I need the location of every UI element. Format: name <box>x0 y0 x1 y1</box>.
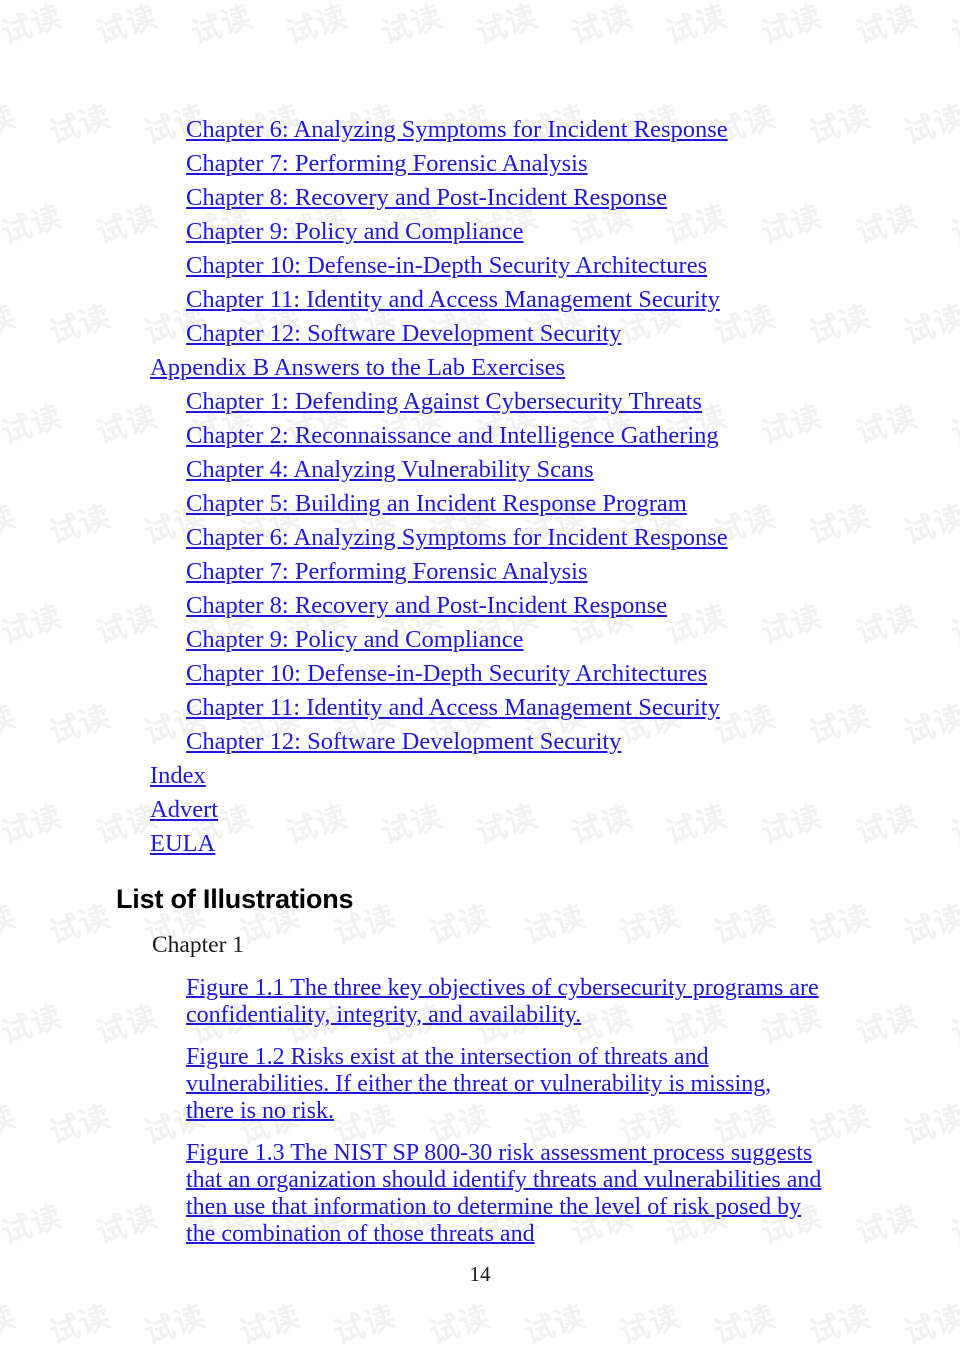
toc-link[interactable]: Chapter 11: Identity and Access Manageme… <box>186 691 960 725</box>
toc-link[interactable]: Chapter 12: Software Development Securit… <box>186 317 960 351</box>
toc-link[interactable]: Chapter 8: Recovery and Post-Incident Re… <box>186 181 960 215</box>
toc-link[interactable]: Chapter 1: Defending Against Cybersecuri… <box>186 385 960 419</box>
toc-link[interactable]: Chapter 6: Analyzing Symptoms for Incide… <box>186 521 960 555</box>
toc-link[interactable]: Chapter 2: Reconnaissance and Intelligen… <box>186 419 960 453</box>
illustrations-chapter-label: Chapter 1 <box>152 932 245 958</box>
toc-link[interactable]: Chapter 9: Policy and Compliance <box>186 623 960 657</box>
toc-link[interactable]: Chapter 6: Analyzing Symptoms for Incide… <box>186 113 960 147</box>
toc-link[interactable]: Advert <box>150 793 960 827</box>
toc-link[interactable]: Chapter 10: Defense-in-Depth Security Ar… <box>186 657 960 691</box>
toc-link[interactable]: Chapter 4: Analyzing Vulnerability Scans <box>186 453 960 487</box>
figure-link[interactable]: Figure 1.2 Risks exist at the intersecti… <box>186 1044 822 1125</box>
toc-link[interactable]: Chapter 10: Defense-in-Depth Security Ar… <box>186 249 960 283</box>
toc-link[interactable]: EULA <box>150 827 960 861</box>
toc-link[interactable]: Chapter 12: Software Development Securit… <box>186 725 960 759</box>
toc-link[interactable]: Chapter 7: Performing Forensic Analysis <box>186 555 960 589</box>
toc-link[interactable]: Appendix B Answers to the Lab Exercises <box>150 351 960 385</box>
document-page: Chapter 6: Analyzing Symptoms for Incide… <box>0 0 960 1357</box>
page-title: List of Illustrations <box>116 884 354 914</box>
figure-link[interactable]: Figure 1.3 The NIST SP 800-30 risk asses… <box>186 1140 822 1248</box>
toc-link[interactable]: Chapter 8: Recovery and Post-Incident Re… <box>186 589 960 623</box>
toc-link[interactable]: Chapter 5: Building an Incident Response… <box>186 487 960 521</box>
figure-list: Figure 1.1 The three key objectives of c… <box>0 975 960 1248</box>
toc-link[interactable]: Chapter 9: Policy and Compliance <box>186 215 960 249</box>
toc-link[interactable]: Index <box>150 759 960 793</box>
page-number: 14 <box>469 1262 491 1286</box>
figure-link[interactable]: Figure 1.1 The three key objectives of c… <box>186 975 822 1029</box>
toc-link[interactable]: Chapter 7: Performing Forensic Analysis <box>186 147 960 181</box>
list-of-illustrations-section: List of Illustrations Chapter 1 Figure 1… <box>0 882 960 1248</box>
toc-link[interactable]: Chapter 11: Identity and Access Manageme… <box>186 283 960 317</box>
table-of-contents-list: Chapter 6: Analyzing Symptoms for Incide… <box>0 113 960 861</box>
